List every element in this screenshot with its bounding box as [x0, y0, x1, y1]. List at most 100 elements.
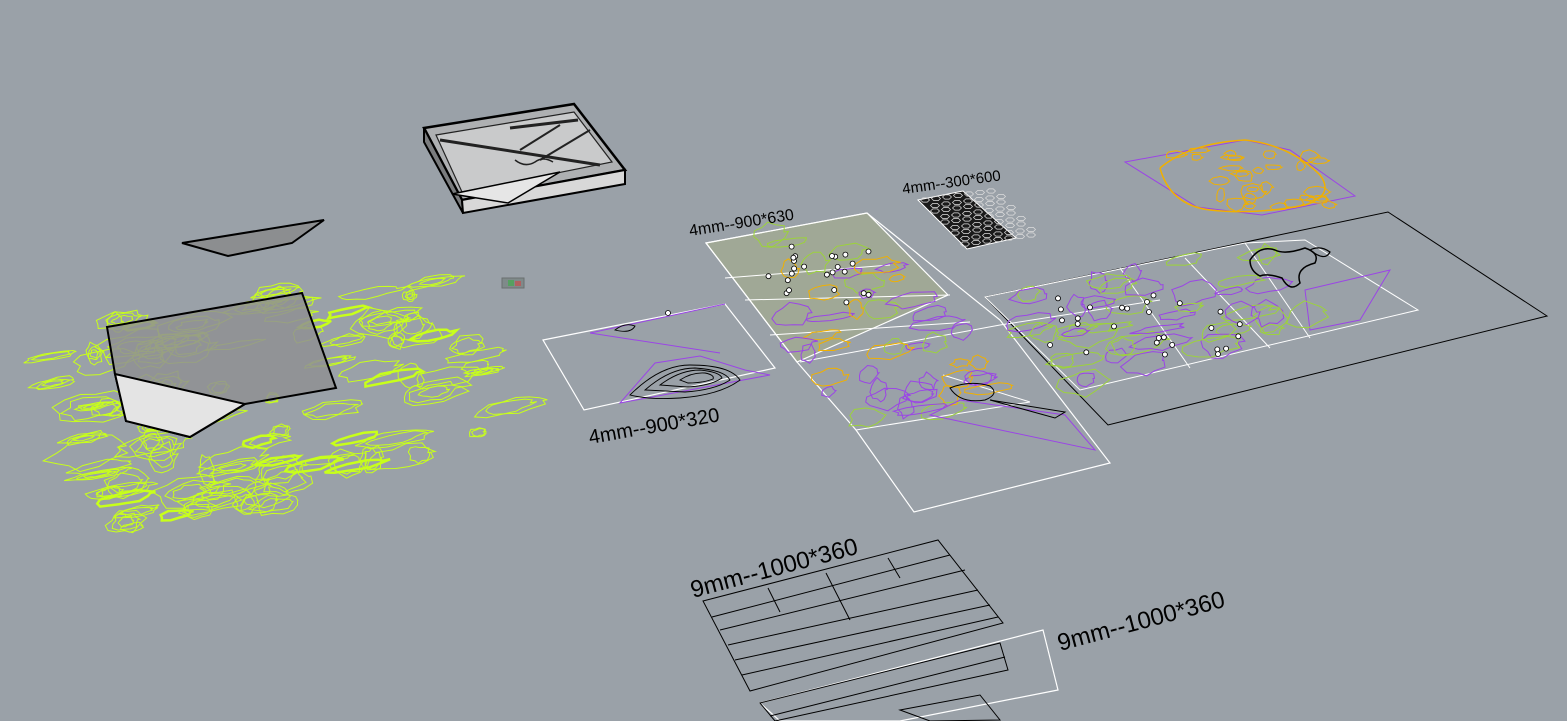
- hex-cell: [1015, 216, 1027, 221]
- contour-line: [1165, 252, 1203, 266]
- marker-point: [1208, 325, 1215, 331]
- rhino-perspective-viewport[interactable]: 4mm--900*630 4mm--300*600 4mm--900*320 9…: [0, 0, 1567, 721]
- hex-cell: [1015, 221, 1027, 227]
- contour-line: [908, 315, 966, 332]
- orange-site-outline[interactable]: [1123, 139, 1357, 216]
- sheet-1000x360-b[interactable]: [758, 629, 1059, 721]
- contour-line: [1252, 166, 1265, 174]
- contour-line: [1124, 277, 1164, 296]
- marker-point: [1074, 320, 1081, 327]
- contour-line: [1220, 304, 1281, 322]
- marker-point: [788, 243, 795, 250]
- marker-point: [1162, 351, 1168, 358]
- contour-line: [1017, 285, 1042, 303]
- small-model-icon[interactable]: [501, 277, 525, 289]
- marker-point: [842, 251, 849, 258]
- sheet-large-right[interactable]: [983, 211, 1549, 426]
- contour-line: [1228, 171, 1251, 177]
- hex-cell: [1014, 228, 1026, 234]
- marker-point: [790, 254, 797, 261]
- contour-line: [1307, 157, 1331, 165]
- contour-line: [470, 428, 486, 437]
- contour-line: [821, 385, 838, 398]
- contour-line: [1285, 300, 1330, 329]
- contour-line: [848, 407, 887, 428]
- marker-point: [765, 273, 772, 280]
- contour-line: [143, 433, 161, 450]
- hex-cell: [1005, 205, 1017, 210]
- contour-line: [198, 453, 216, 486]
- marker-point: [1236, 321, 1243, 328]
- contour-line: [304, 402, 359, 418]
- marker-point: [788, 270, 795, 277]
- hex-cell: [983, 208, 995, 213]
- contour-line: [1191, 153, 1205, 161]
- marker-point: [829, 269, 836, 276]
- contour-line: [918, 371, 940, 390]
- thin-wedge-plate[interactable]: [181, 219, 325, 258]
- marker-point: [834, 263, 841, 270]
- sheet-300x600[interactable]: [916, 188, 1037, 250]
- contour-line: [95, 488, 156, 508]
- contour-line: [473, 396, 548, 419]
- contour-line: [119, 506, 154, 518]
- right-sheet-contours: [1006, 242, 1330, 398]
- label-1000x360-a: 9mm--1000*360: [688, 533, 861, 604]
- contour-line: [948, 358, 971, 369]
- sheet-900x320[interactable]: [542, 303, 777, 411]
- marker-point: [1124, 305, 1131, 312]
- contour-line: [1262, 150, 1278, 160]
- hex-cell: [1005, 210, 1017, 216]
- marker-point: [1055, 295, 1061, 302]
- hex-cell: [973, 197, 985, 202]
- marker-point: [1150, 292, 1157, 299]
- contour-line: [337, 285, 407, 301]
- contour-line: [1216, 187, 1226, 203]
- marker-point: [1058, 306, 1064, 313]
- hex-cell: [994, 212, 1006, 217]
- contour-line: [27, 375, 76, 391]
- contour-line: [1244, 276, 1294, 295]
- contour-line: [1215, 323, 1252, 336]
- contour-line: [89, 349, 100, 359]
- contour-line: [329, 335, 365, 346]
- marker-point: [1047, 342, 1053, 348]
- contour-line: [1077, 321, 1134, 334]
- marker-point: [1144, 298, 1150, 305]
- contour-line: [406, 328, 461, 343]
- hex-cell: [974, 190, 986, 195]
- marker-point: [1214, 346, 1221, 353]
- contour-line: [810, 367, 850, 387]
- contour-line: [1208, 175, 1231, 186]
- scene-canvas[interactable]: 4mm--900*630 4mm--300*600 4mm--900*320 9…: [0, 0, 1567, 721]
- box-model[interactable]: [422, 102, 628, 215]
- label-1000x360-b: 9mm--1000*360: [1055, 586, 1228, 657]
- marker-point: [841, 268, 848, 275]
- contour-line: [968, 354, 990, 370]
- contour-line: [1321, 200, 1338, 210]
- contour-line: [1217, 274, 1267, 289]
- marker-point: [1223, 345, 1229, 352]
- marker-point: [801, 263, 807, 270]
- marker-point: [1153, 339, 1160, 346]
- marker-point: [1155, 335, 1162, 341]
- contour-line: [364, 367, 427, 389]
- marker-point: [1161, 334, 1167, 341]
- contour-line: [1246, 186, 1260, 193]
- contour-line: [407, 275, 455, 288]
- hex-cell: [984, 201, 996, 206]
- contour-line: [1158, 308, 1196, 321]
- contour-line: [329, 430, 379, 447]
- contour-line: [35, 378, 71, 390]
- marker-point: [824, 271, 830, 278]
- marker-point: [1059, 317, 1065, 324]
- contour-line: [485, 398, 538, 415]
- label-900x320: 4mm--900*320: [587, 404, 721, 449]
- contour-line: [1265, 164, 1284, 171]
- hex-cell: [1025, 227, 1037, 232]
- terrain-contour-sheet[interactable]: [23, 262, 548, 565]
- marker-point: [1119, 304, 1125, 311]
- marker-point: [849, 260, 856, 267]
- marker-point: [865, 291, 872, 298]
- contour-line: [865, 387, 912, 412]
